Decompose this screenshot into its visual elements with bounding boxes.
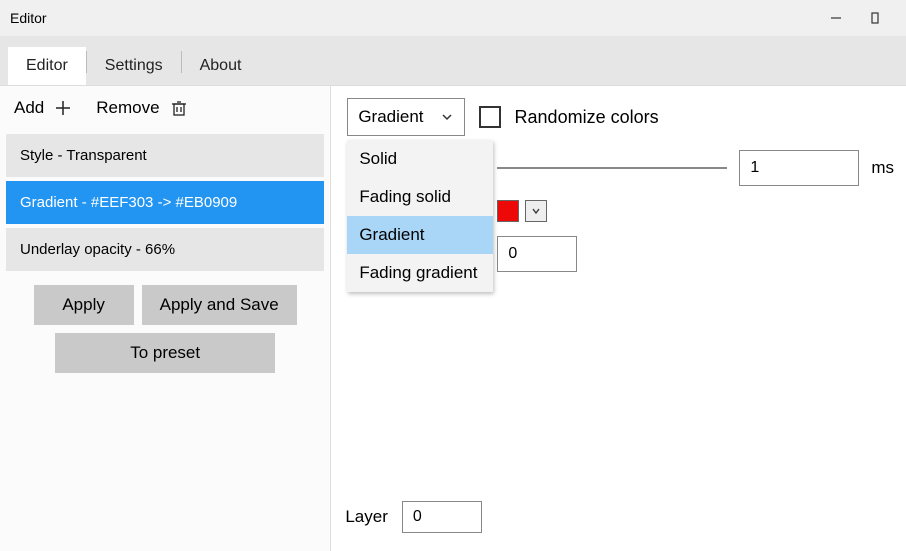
dropdown-item-fading-solid[interactable]: Fading solid bbox=[347, 178, 493, 216]
left-toolbar: Add Remove bbox=[0, 86, 330, 134]
minimize-button[interactable] bbox=[816, 0, 856, 36]
window-title: Editor bbox=[10, 10, 47, 26]
tab-editor[interactable]: Editor bbox=[8, 47, 86, 85]
numeric-row bbox=[497, 236, 894, 272]
left-buttons: Apply Apply and Save To preset bbox=[0, 275, 330, 383]
list-item-underlay-opacity[interactable]: Underlay opacity - 66% bbox=[6, 228, 324, 271]
dropdown-item-solid[interactable]: Solid bbox=[347, 140, 493, 178]
tabs-bar: Editor Settings About bbox=[0, 36, 906, 86]
randomize-checkbox[interactable] bbox=[479, 106, 501, 128]
duration-row: ms bbox=[497, 150, 894, 186]
type-row: Gradient Randomize colors bbox=[347, 98, 894, 136]
color-row bbox=[497, 200, 894, 222]
layer-label: Layer bbox=[345, 507, 388, 527]
to-preset-button[interactable]: To preset bbox=[55, 333, 275, 373]
plus-icon bbox=[54, 99, 72, 117]
layer-list: Style - Transparent Gradient - #EEF303 -… bbox=[0, 134, 330, 275]
type-dropdown: Solid Fading solid Gradient Fading gradi… bbox=[347, 140, 493, 292]
titlebar: Editor bbox=[0, 0, 906, 36]
layer-input[interactable] bbox=[402, 501, 482, 533]
list-item-gradient[interactable]: Gradient - #EEF303 -> #EB0909 bbox=[6, 181, 324, 224]
list-item-style[interactable]: Style - Transparent bbox=[6, 134, 324, 177]
layer-row: Layer bbox=[345, 501, 482, 533]
apply-and-save-button[interactable]: Apply and Save bbox=[142, 285, 297, 325]
color-chip[interactable] bbox=[497, 200, 519, 222]
numeric-input[interactable] bbox=[497, 236, 577, 272]
color-dropdown-button[interactable] bbox=[525, 200, 547, 222]
type-combo[interactable]: Gradient bbox=[347, 98, 464, 136]
add-label: Add bbox=[14, 98, 44, 118]
randomize-label: Randomize colors bbox=[515, 107, 659, 128]
right-pane: Gradient Randomize colors ms Solid bbox=[331, 86, 906, 551]
combo-value: Gradient bbox=[358, 107, 423, 127]
trash-icon bbox=[170, 99, 188, 117]
remove-button[interactable]: Remove bbox=[96, 98, 187, 118]
duration-input[interactable] bbox=[739, 150, 859, 186]
maximize-icon bbox=[871, 12, 881, 24]
apply-button[interactable]: Apply bbox=[34, 285, 134, 325]
minimize-icon bbox=[830, 12, 842, 24]
remove-label: Remove bbox=[96, 98, 159, 118]
chevron-down-icon bbox=[531, 206, 541, 216]
duration-slider[interactable] bbox=[497, 167, 727, 169]
dropdown-item-fading-gradient[interactable]: Fading gradient bbox=[347, 254, 493, 292]
maximize-button[interactable] bbox=[856, 0, 896, 36]
chevron-down-icon bbox=[440, 110, 454, 124]
dropdown-item-gradient[interactable]: Gradient bbox=[347, 216, 493, 254]
duration-unit: ms bbox=[871, 158, 894, 178]
add-button[interactable]: Add bbox=[14, 98, 72, 118]
tab-about[interactable]: About bbox=[182, 47, 260, 85]
tab-settings[interactable]: Settings bbox=[87, 47, 181, 85]
main-split: Add Remove Style - T bbox=[0, 86, 906, 551]
left-pane: Add Remove Style - T bbox=[0, 86, 331, 551]
